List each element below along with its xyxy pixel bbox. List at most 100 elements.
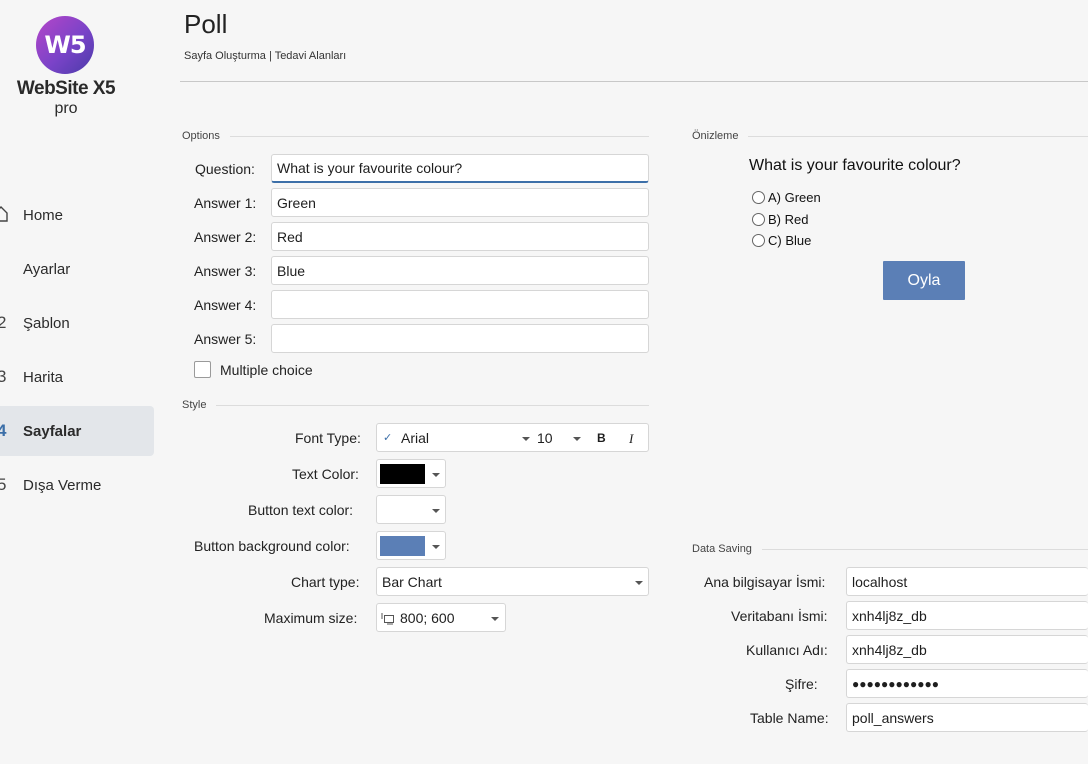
password-input[interactable]: ●●●●●●●●●●●● [846, 669, 1088, 698]
sidebar-nav: Home Ayarlar 2 Şablon 3 Harita 4 Sayfala… [0, 190, 160, 514]
table-name-input[interactable]: poll_answers [846, 703, 1088, 732]
host-input[interactable]: localhost [846, 567, 1088, 596]
font-picker: ✓ Arial 10 B I [376, 423, 649, 452]
answer-5-label: Answer 5: [194, 331, 257, 347]
multiple-choice-label: Multiple choice [220, 362, 313, 378]
page-header: Poll Sayfa Oluşturma | Tedavi Alanları [180, 0, 1088, 82]
sidebar-item-label: Sayfalar [23, 422, 82, 440]
max-size-value: 800; 600 [400, 610, 455, 626]
chevron-down-icon [432, 473, 440, 477]
max-size-label: Maximum size: [264, 610, 358, 626]
preview-option-b[interactable]: B) Red [752, 212, 808, 227]
step-number: 4 [0, 421, 7, 440]
step-number: 3 [0, 367, 7, 386]
answer-1-label: Answer 1: [194, 195, 257, 211]
host-label: Ana bilgisayar İsmi: [704, 574, 826, 590]
answer-4-input[interactable] [271, 290, 649, 319]
question-label: Question: [195, 161, 255, 177]
database-label: Veritabanı İsmi: [731, 608, 828, 624]
table-name-label: Table Name: [750, 710, 829, 726]
sidebar-item-label: Ayarlar [23, 260, 71, 278]
poll-editor-window: W5 WebSite X5 pro Home Ayarlar 2 Şablon … [0, 0, 1088, 764]
password-label: Şifre: [785, 676, 818, 692]
radio-icon[interactable] [752, 234, 765, 247]
sidebar-item-label: Şablon [23, 314, 70, 332]
logo-name: WebSite X5 [16, 78, 116, 99]
resize-icon [381, 613, 394, 625]
radio-icon[interactable] [752, 191, 765, 204]
button-text-color-label: Button text color: [248, 502, 354, 518]
page-title: Poll [184, 9, 228, 39]
font-name-select[interactable]: Arial [401, 430, 429, 446]
button-bg-color-label: Button background color: [194, 538, 350, 554]
sidebar-item-label: Home [23, 206, 64, 224]
preview-section-header: Önizleme [692, 130, 1088, 142]
section-title: Önizleme [692, 130, 739, 142]
max-size-select[interactable]: 800; 600 [376, 603, 506, 632]
text-color-picker[interactable] [376, 459, 446, 488]
button-text-color-picker[interactable] [376, 495, 446, 524]
sidebar-item-sablon[interactable]: 2 Şablon [0, 298, 160, 348]
preview-option-label: C) Blue [768, 233, 812, 248]
section-title: Data Saving [692, 543, 752, 555]
chevron-down-icon[interactable] [522, 437, 530, 441]
logo-mark-icon: W5 [36, 16, 94, 74]
chevron-down-icon[interactable] [573, 437, 581, 441]
font-type-label: Font Type: [295, 430, 361, 446]
step-number: 5 [0, 475, 7, 494]
sidebar: W5 WebSite X5 pro Home Ayarlar 2 Şablon … [0, 0, 160, 764]
section-title: Options [182, 130, 220, 142]
sidebar-item-ayarlar[interactable]: Ayarlar [0, 244, 160, 294]
text-color-swatch [380, 464, 425, 484]
text-color-label: Text Color: [292, 466, 359, 482]
preview-option-label: A) Green [768, 190, 821, 205]
button-bg-color-swatch [380, 536, 425, 556]
chart-type-value: Bar Chart [382, 573, 442, 590]
sidebar-item-label: Harita [23, 368, 64, 386]
question-input[interactable]: What is your favourite colour? [271, 154, 649, 183]
check-icon: ✓ [383, 432, 393, 444]
answer-2-label: Answer 2: [194, 229, 257, 245]
chevron-down-icon [635, 581, 643, 585]
answer-1-input[interactable]: Green [271, 188, 649, 217]
answer-4-label: Answer 4: [194, 297, 257, 313]
sidebar-item-disa-verme[interactable]: 5 Dışa Verme [0, 460, 160, 510]
answer-5-input[interactable] [271, 324, 649, 353]
chevron-down-icon [432, 509, 440, 513]
chart-type-label: Chart type: [291, 574, 360, 590]
button-text-color-swatch [380, 500, 425, 520]
preview-question: What is your favourite colour? [749, 157, 961, 174]
sidebar-item-sayfalar[interactable]: 4 Sayfalar [0, 406, 154, 456]
sidebar-item-home[interactable]: Home [0, 190, 160, 240]
chevron-down-icon [491, 617, 499, 621]
preview-option-a[interactable]: A) Green [752, 190, 821, 205]
breadcrumb: Sayfa Oluşturma | Tedavi Alanları [184, 50, 347, 62]
step-number: 2 [0, 313, 7, 332]
bold-button[interactable]: B [597, 431, 606, 445]
username-input[interactable]: xnh4lj8z_db [846, 635, 1088, 664]
preview-option-c[interactable]: C) Blue [752, 233, 811, 248]
answer-2-input[interactable]: Red [271, 222, 649, 251]
multiple-choice-checkbox[interactable] [194, 361, 211, 378]
logo-edition: pro [54, 100, 78, 117]
home-icon [0, 206, 8, 222]
radio-icon[interactable] [752, 213, 765, 226]
vote-button[interactable]: Oyla [883, 261, 965, 300]
options-section-header: Options [182, 130, 649, 142]
answer-3-label: Answer 3: [194, 263, 257, 279]
font-size-select[interactable]: 10 [537, 430, 553, 446]
section-title: Style [182, 399, 207, 411]
preview-option-label: B) Red [768, 212, 809, 227]
username-label: Kullanıcı Adı: [746, 642, 828, 658]
sidebar-item-harita[interactable]: 3 Harita [0, 352, 160, 402]
italic-button[interactable]: I [629, 431, 633, 447]
chart-type-select[interactable]: Bar Chart [376, 567, 649, 596]
data-saving-section-header: Data Saving [692, 543, 1088, 555]
app-logo: W5 WebSite X5 pro [14, 14, 118, 124]
button-bg-color-picker[interactable] [376, 531, 446, 560]
database-input[interactable]: xnh4lj8z_db [846, 601, 1088, 630]
style-section-header: Style [182, 399, 649, 411]
chevron-down-icon [432, 545, 440, 549]
answer-3-input[interactable]: Blue [271, 256, 649, 285]
sidebar-item-label: Dışa Verme [23, 476, 102, 494]
